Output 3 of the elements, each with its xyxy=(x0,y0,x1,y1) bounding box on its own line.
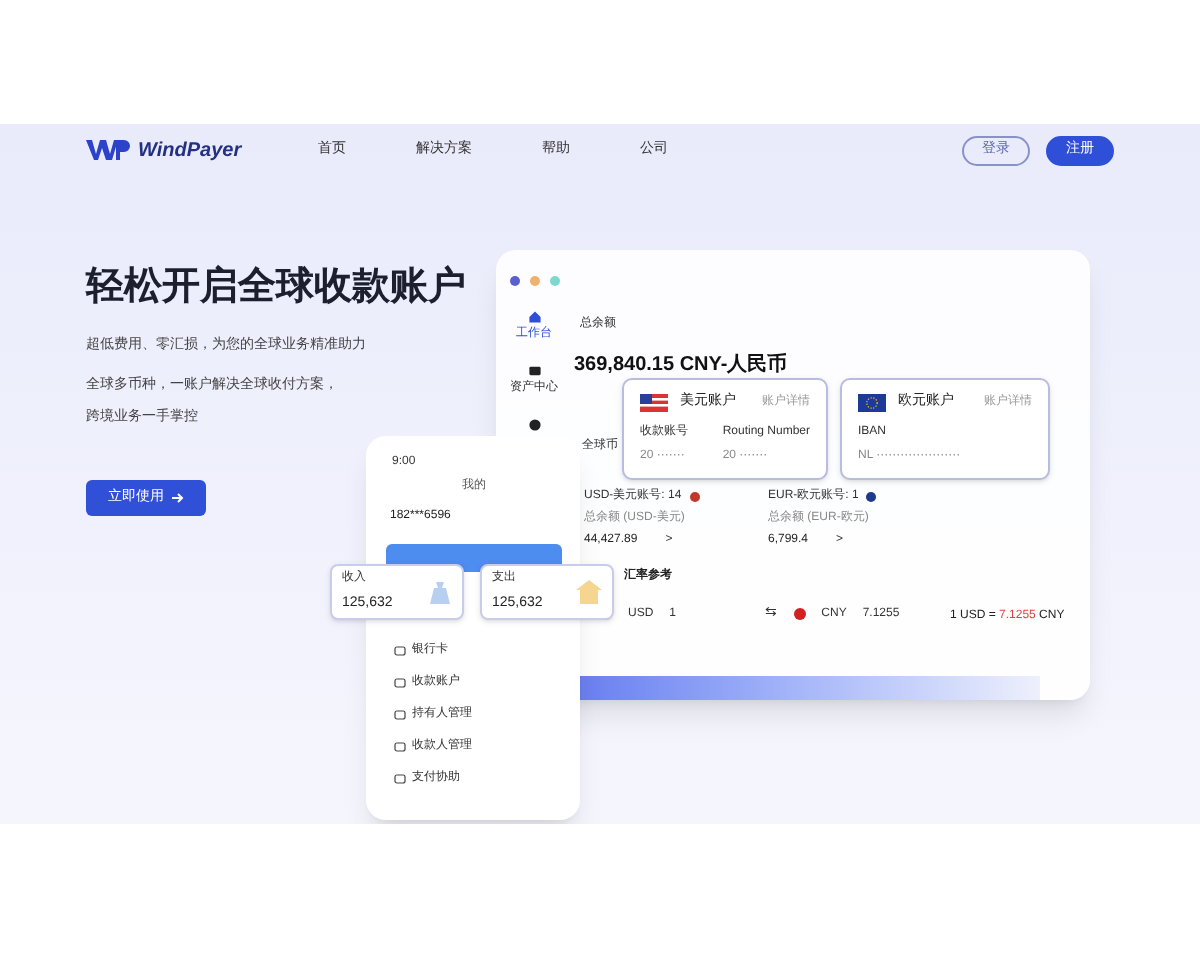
hero-title: 轻松开启全球收款账户 xyxy=(86,264,468,312)
logo-text: WindPayer xyxy=(138,137,242,165)
balance-amount: 369,840.15 CNY-人民币 xyxy=(574,351,788,380)
